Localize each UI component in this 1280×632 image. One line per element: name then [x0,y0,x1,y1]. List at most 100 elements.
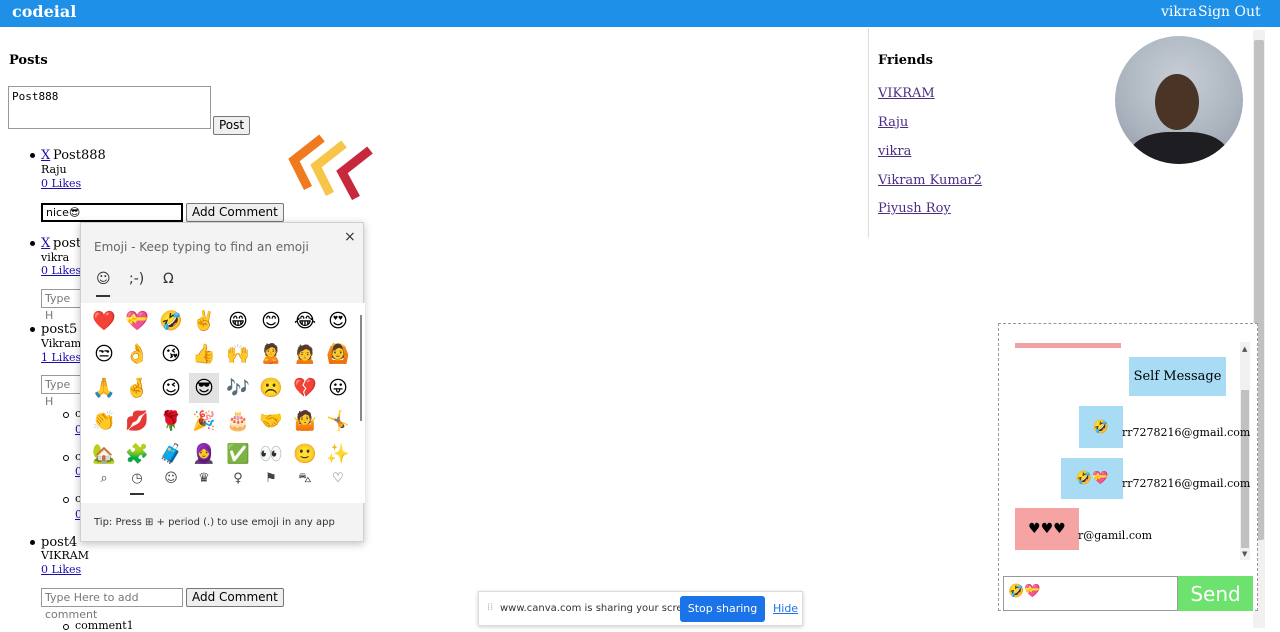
emoji-option[interactable]: 🤝 [256,406,286,436]
emoji-option[interactable]: 🤞 [122,373,152,403]
emoji-option[interactable]: 👍 [189,339,219,369]
emoji-option[interactable]: 🙆 [323,339,353,369]
post-content: post4 [41,535,78,550]
emoji-option[interactable]: 💋 [122,406,152,436]
emoji-picker-panel: Emoji - Keep typing to find an emoji × ☺… [80,222,365,542]
emoji-option[interactable]: 👌 [122,339,152,369]
emoji-option[interactable]: 👀 [256,439,286,469]
hide-share-bar-link[interactable]: Hide [773,602,798,615]
webcam-person-body [1129,132,1229,164]
emoji-option[interactable]: 😂 [290,306,320,336]
delete-post-link[interactable]: X [41,148,50,163]
friend-link[interactable]: vikra [878,144,911,159]
emoji-option[interactable]: 🧕 [189,439,219,469]
post-author: vikra [41,251,70,264]
emoji-option[interactable]: 🤸 [323,406,353,436]
friend-link[interactable]: Vikram Kumar2 [878,173,982,188]
emoji-option[interactable]: 🧳 [156,439,186,469]
comment-input[interactable]: Type H [41,375,81,408]
comment-bullet [63,624,69,630]
emoji-option[interactable]: 🏡 [89,439,119,469]
post-content: Post888 [53,148,106,163]
likes-link[interactable]: 0 Likes [41,177,81,190]
post-content: post5 [41,322,78,337]
emoji-option[interactable]: 🙏 [89,373,119,403]
emoji-option[interactable]: 🙎 [256,339,286,369]
emoji-scrollbar[interactable] [360,315,362,421]
chat-message-emoji: 🤣 [1079,406,1123,448]
emoji-option[interactable]: 😁 [223,306,253,336]
category-smiley-icon[interactable]: ☺ [161,471,181,486]
tab-symbols[interactable]: Ω [163,271,174,287]
emoji-option[interactable]: 💝 [122,306,152,336]
chat-sender-email: r@gamil.com [1078,529,1153,542]
posts-heading: Posts [9,53,48,68]
emoji-option[interactable]: 🌹 [156,406,186,436]
emoji-option[interactable]: 🧩 [122,439,152,469]
emoji-option[interactable]: ✅ [223,439,253,469]
category-recent-clock-icon[interactable]: ◷ [127,471,147,486]
comment-input[interactable]: Type H [41,289,81,322]
likes-link[interactable]: 1 Likes [41,351,81,364]
chat-message-partial [1015,343,1121,348]
close-icon[interactable]: × [344,229,356,245]
emoji-option[interactable]: ☹️ [256,373,286,403]
emoji-option[interactable]: 😘 [156,339,186,369]
emoji-option[interactable]: 🤷 [290,406,320,436]
post-textarea[interactable]: Post888 [8,86,211,129]
scroll-down-icon[interactable]: ▼ [1242,550,1247,558]
emoji-option[interactable]: ✌️ [189,306,219,336]
category-people-icon[interactable]: ♛ [194,471,214,486]
likes-link[interactable]: 0 Likes [41,563,81,576]
comment-bullet [63,412,69,418]
emoji-option[interactable]: 🎶 [223,373,253,403]
scroll-up-icon[interactable]: ▲ [1242,345,1247,353]
stop-sharing-button[interactable]: Stop sharing [680,596,765,622]
comment-input[interactable]: nice😎 [41,203,183,222]
comment-input[interactable]: Type Here to add comment [41,588,183,621]
signout-link[interactable]: Sign Out [1198,4,1261,20]
share-status-text: www.canva.com is sharing your screen. [500,603,699,614]
category-search-icon[interactable]: ⌕ [94,471,114,486]
emoji-option[interactable]: 🙌 [223,339,253,369]
post-button[interactable]: Post [213,116,251,135]
tab-kaomoji[interactable]: ;-) [129,271,144,287]
list-bullet [30,153,35,158]
active-tab-indicator [96,295,110,297]
friend-link[interactable]: Raju [878,115,908,130]
brand-logo[interactable]: codeial [12,2,76,21]
column-divider [868,28,869,238]
emoji-option[interactable]: ✨ [323,439,353,469]
friend-link[interactable]: VIKRAM [878,86,935,101]
emoji-option[interactable]: 🎉 [189,406,219,436]
emoji-option[interactable]: 😛 [323,373,353,403]
drag-handle-icon[interactable]: ⁞⁞ [487,602,493,613]
category-car-icon[interactable]: ⛍ [295,471,315,488]
emoji-option[interactable]: ❤️ [89,306,119,336]
emoji-option[interactable]: 😉 [156,373,186,403]
emoji-option[interactable]: 😊 [256,306,286,336]
emoji-option[interactable]: 🙍 [290,339,320,369]
tab-emoji[interactable]: ☺ [96,271,111,287]
chat-scrollbar-thumb[interactable] [1241,390,1249,548]
emoji-option[interactable]: 👏 [89,406,119,436]
emoji-option[interactable]: 💔 [290,373,320,403]
send-button[interactable]: Send [1178,576,1253,611]
emoji-option[interactable]: 🤣 [156,306,186,336]
delete-post-link[interactable]: X [41,236,50,251]
category-flag-icon[interactable]: ⚑ [261,471,281,486]
add-comment-button[interactable]: Add Comment [186,588,284,607]
nav-user-name[interactable]: vikra [1161,4,1197,20]
emoji-option[interactable]: 🎂 [223,406,253,436]
emoji-option[interactable]: 😒 [89,339,119,369]
emoji-option[interactable]: 🙂 [290,439,320,469]
friend-link[interactable]: Piyush Roy [878,201,951,216]
add-comment-button[interactable]: Add Comment [186,203,284,222]
emoji-grid: ❤️ 💝 🤣 ✌️ 😁 😊 😂 😍 😒 👌 😘 👍 🙌 🙎 🙍 🙆 🙏 🤞 😉 😎 🎶 ☹️ 💔 😛 👏 💋 🌹 🎉 🎂 🤝 🤷 🤸 🏡 🧩 🧳 🧕 ✅… [81,303,365,503]
chat-message-input[interactable]: 🤣💝 [1003,576,1178,611]
category-heart-icon[interactable]: ♡ [328,471,348,486]
likes-link[interactable]: 0 Likes [41,264,81,277]
emoji-option[interactable]: 😎 [189,373,219,403]
category-nature-icon[interactable]: ♀ [228,471,248,486]
emoji-option[interactable]: 😍 [323,306,353,336]
